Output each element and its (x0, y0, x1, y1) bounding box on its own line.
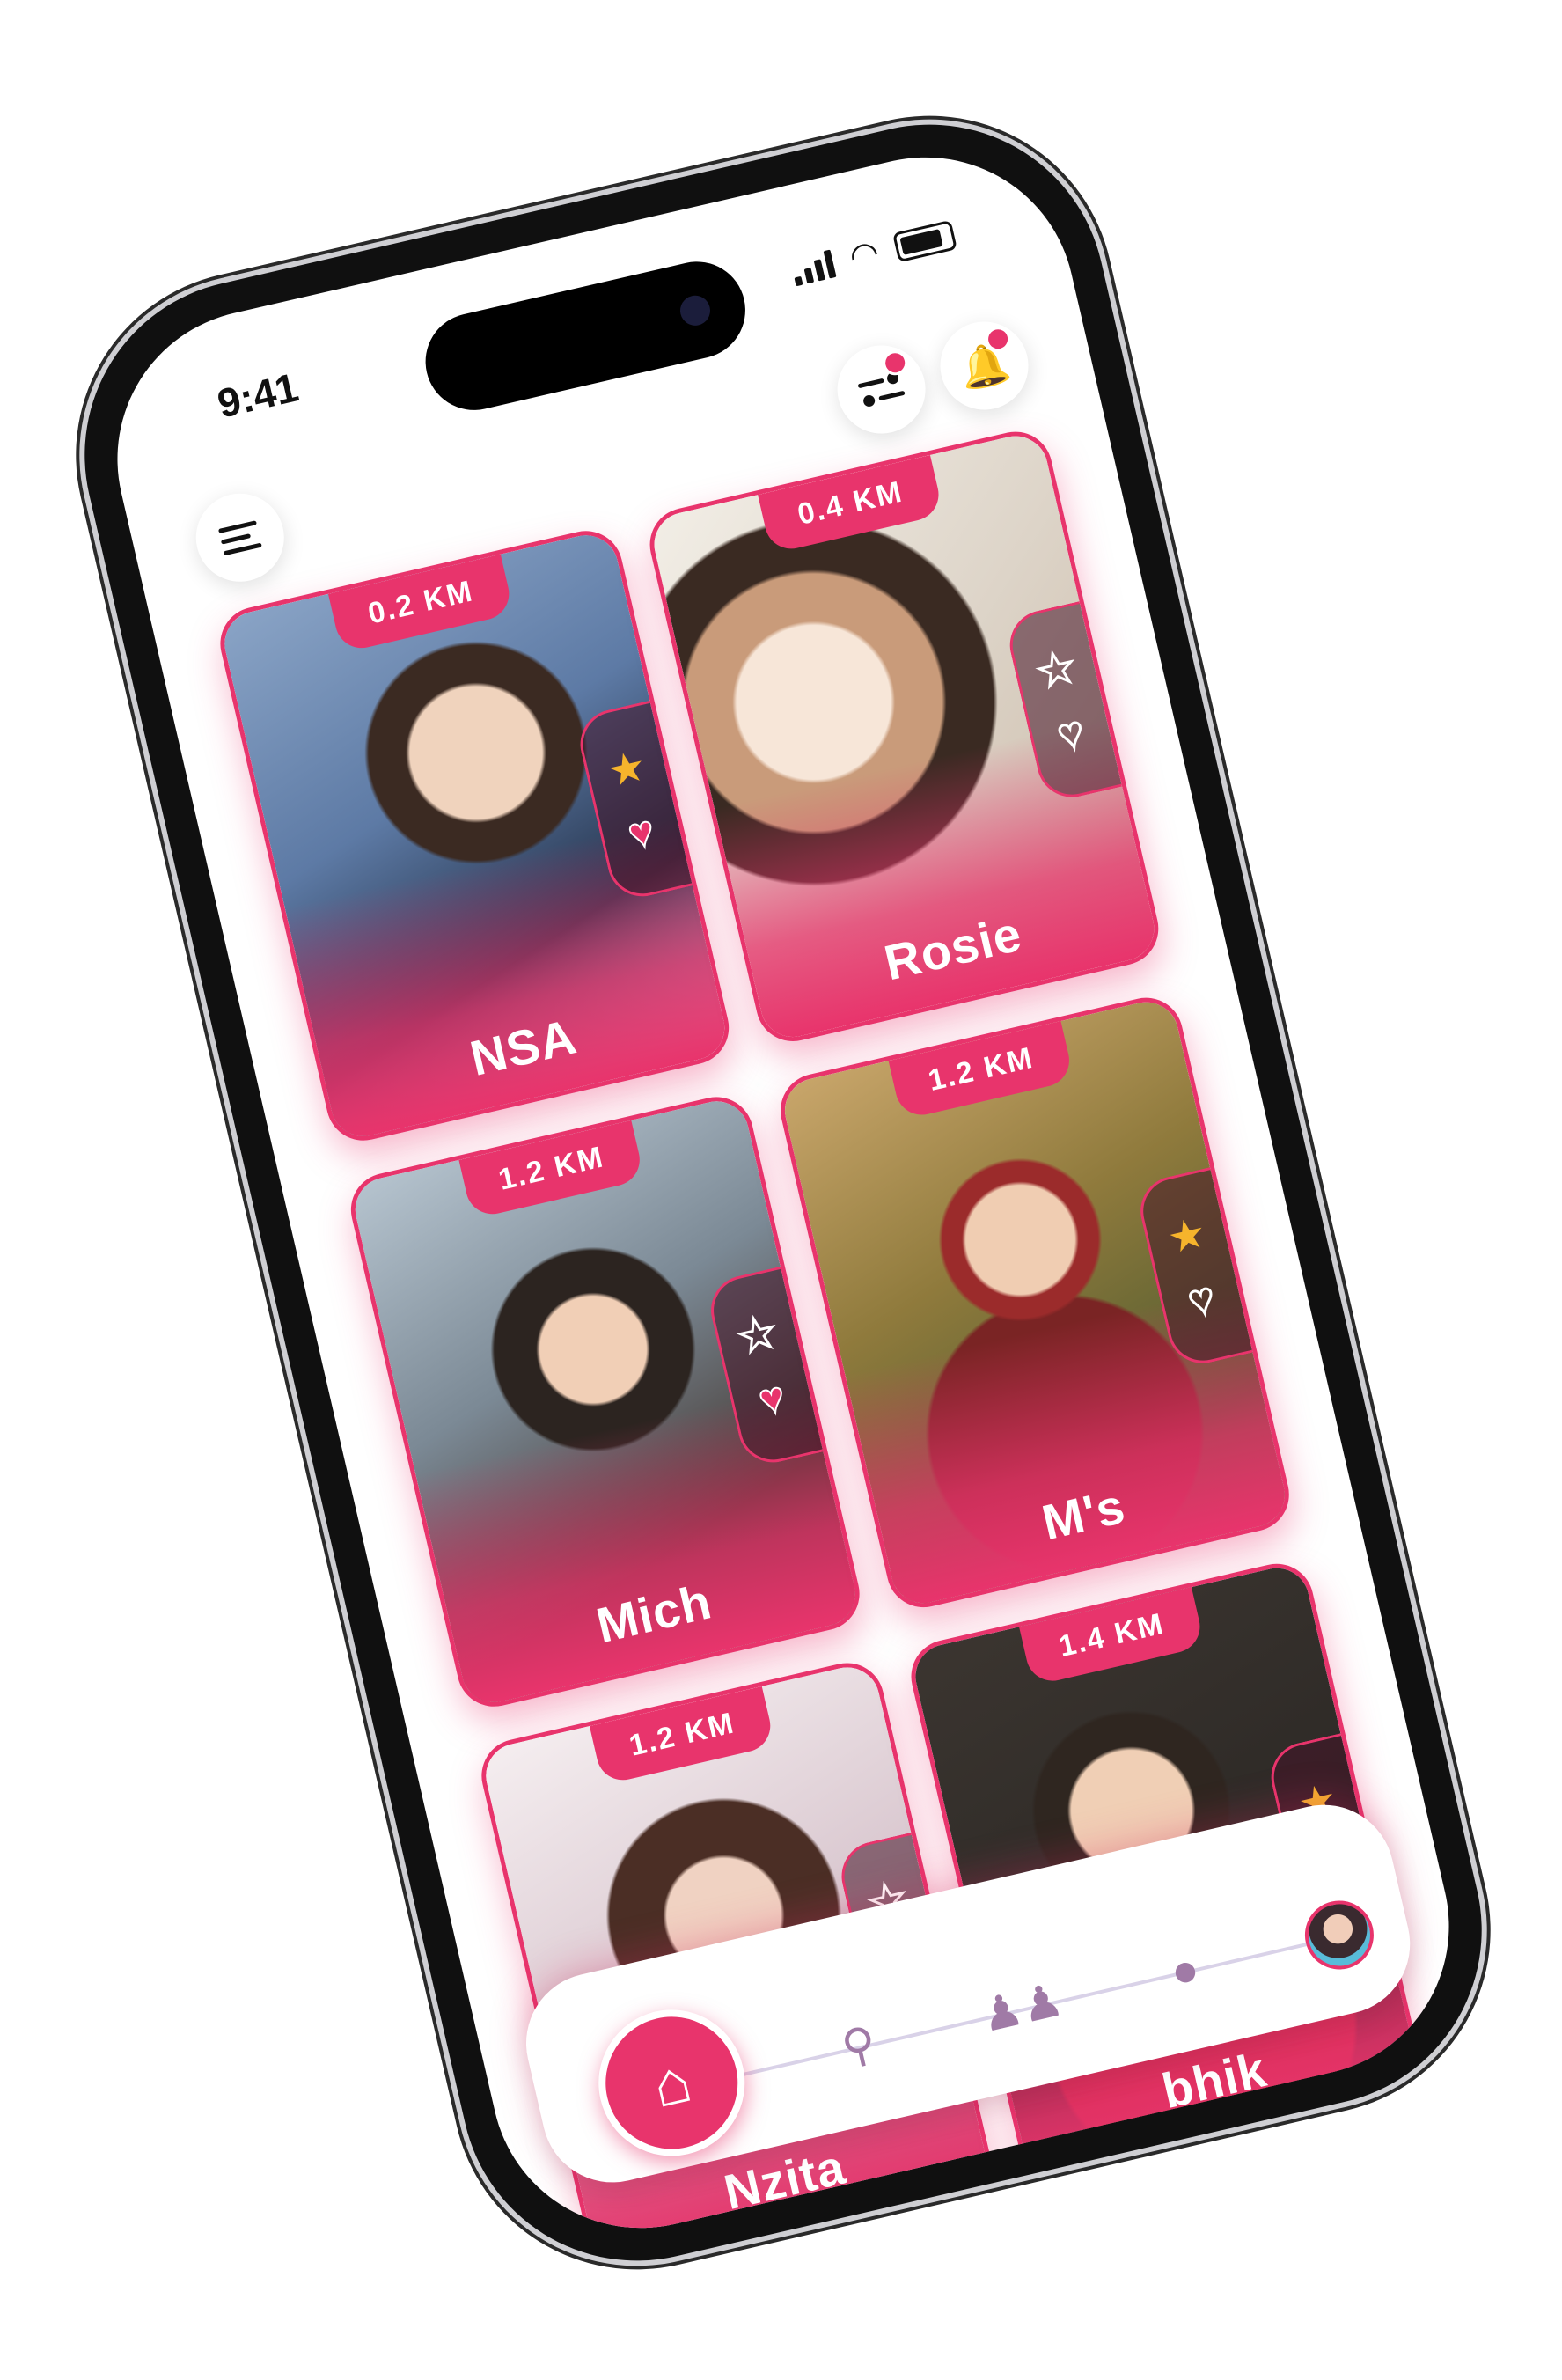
star-icon[interactable]: ★ (1031, 642, 1082, 698)
star-icon[interactable]: ★ (603, 742, 650, 796)
home-icon: ⌂ (645, 2045, 698, 2121)
search-icon: ⚲ (837, 2016, 882, 2075)
people-icon: ♟♟ (976, 1973, 1068, 2043)
profile-button[interactable] (1297, 1892, 1382, 1977)
star-icon[interactable]: ★ (1163, 1209, 1211, 1263)
signal-icon (789, 248, 837, 287)
battery-icon (892, 219, 957, 263)
people-button[interactable]: ♟♟ (976, 1966, 1068, 2051)
heart-icon[interactable]: ♥ (1052, 707, 1090, 760)
star-icon[interactable]: ★ (732, 1307, 782, 1363)
status-icons: ◠ (788, 218, 957, 288)
profile-card[interactable]: 0.4 KM ★ ♥ Rosie (642, 424, 1166, 1049)
wifi-icon: ◠ (846, 233, 884, 277)
status-time: 9:41 (213, 364, 303, 427)
chat-button[interactable]: ● (1143, 1928, 1228, 2013)
camera-icon (677, 292, 714, 329)
profile-card[interactable]: 0.2 KM ★ ♥ NSA (213, 523, 737, 1149)
search-button[interactable]: ⚲ (817, 2003, 901, 2088)
app-screen: 9:41 ◠ 🔔 0.2 KM ★ ♥ NSA 0.4 KM ★ ♥ Rosie… (87, 127, 1479, 2259)
heart-icon[interactable]: ♥ (623, 806, 660, 859)
profile-avatar (1298, 1893, 1381, 1977)
home-button[interactable]: ⌂ (583, 1994, 759, 2171)
profile-card[interactable]: 1.2 KM ★ ♥ Mich (343, 1090, 868, 1715)
notifications-button[interactable]: 🔔 (931, 312, 1038, 419)
profile-card[interactable]: 1.2 KM ★ ♥ M's (773, 990, 1297, 1615)
hamburger-icon (217, 519, 262, 555)
menu-button[interactable] (187, 484, 293, 591)
phone-device: 9:41 ◠ 🔔 0.2 KM ★ ♥ NSA 0.4 KM ★ ♥ Rosie… (49, 89, 1517, 2296)
heart-icon[interactable]: ♥ (754, 1372, 791, 1425)
chat-icon: ● (1165, 1943, 1205, 1999)
filter-button[interactable] (828, 336, 935, 443)
heart-icon[interactable]: ♥ (1183, 1273, 1221, 1326)
